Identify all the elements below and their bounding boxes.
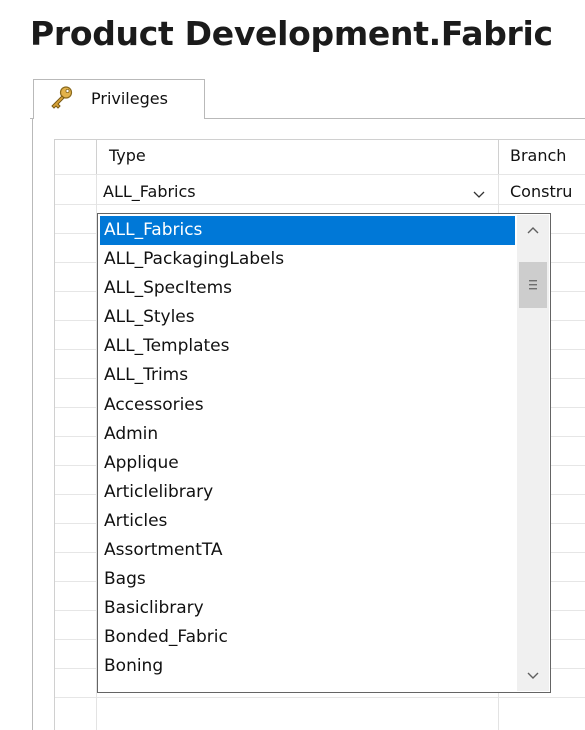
- dropdown-option[interactable]: ALL_Styles: [100, 303, 515, 332]
- chevron-down-icon: [527, 672, 539, 679]
- dropdown-option[interactable]: Applique: [100, 449, 515, 478]
- page-title: Product Development.Fabric: [30, 14, 553, 53]
- tab-privileges[interactable]: Privileges: [33, 79, 205, 119]
- scroll-down-button[interactable]: [517, 659, 549, 691]
- dropdown-option[interactable]: Articles: [100, 507, 515, 536]
- dropdown-scrollbar[interactable]: [517, 215, 549, 691]
- dropdown-option[interactable]: ALL_Templates: [100, 332, 515, 361]
- column-header-branch[interactable]: Branch: [510, 146, 566, 165]
- dropdown-option[interactable]: Bonded_Fabric: [100, 623, 515, 652]
- grid-row-line: [55, 204, 585, 205]
- chevron-down-icon[interactable]: [469, 184, 489, 204]
- scroll-up-button[interactable]: [517, 215, 549, 247]
- panel-border: [32, 118, 33, 730]
- dropdown-option[interactable]: Boning: [100, 652, 515, 681]
- branch-cell[interactable]: Constru: [510, 182, 572, 201]
- key-icon: [51, 86, 73, 109]
- chevron-up-icon: [527, 227, 539, 234]
- dropdown-option[interactable]: AssortmentTA: [100, 536, 515, 565]
- grid-row-line: [55, 174, 585, 175]
- dropdown-option[interactable]: Admin: [100, 420, 515, 449]
- type-dropdown-list[interactable]: ALL_Fabrics ALL_PackagingLabels ALL_Spec…: [97, 213, 551, 693]
- dropdown-option[interactable]: ALL_PackagingLabels: [100, 245, 515, 274]
- dropdown-option[interactable]: Articlelibrary: [100, 478, 515, 507]
- grid-row-line: [55, 697, 585, 698]
- dropdown-option[interactable]: Accessories: [100, 391, 515, 420]
- dropdown-option[interactable]: ALL_Trims: [100, 361, 515, 390]
- dropdown-options: ALL_Fabrics ALL_PackagingLabels ALL_Spec…: [100, 216, 515, 682]
- dropdown-option[interactable]: ALL_Fabrics: [100, 216, 515, 246]
- type-cell[interactable]: ALL_Fabrics: [103, 182, 196, 201]
- column-header-type[interactable]: Type: [109, 146, 146, 165]
- header-separator: [498, 140, 499, 174]
- header-separator: [96, 140, 97, 174]
- tab-label: Privileges: [91, 89, 168, 108]
- dropdown-option[interactable]: Bags: [100, 565, 515, 594]
- scrollbar-thumb[interactable]: [519, 262, 547, 308]
- dropdown-option[interactable]: Basiclibrary: [100, 594, 515, 623]
- grip-icon: [529, 280, 537, 290]
- dropdown-option[interactable]: ALL_SpecItems: [100, 274, 515, 303]
